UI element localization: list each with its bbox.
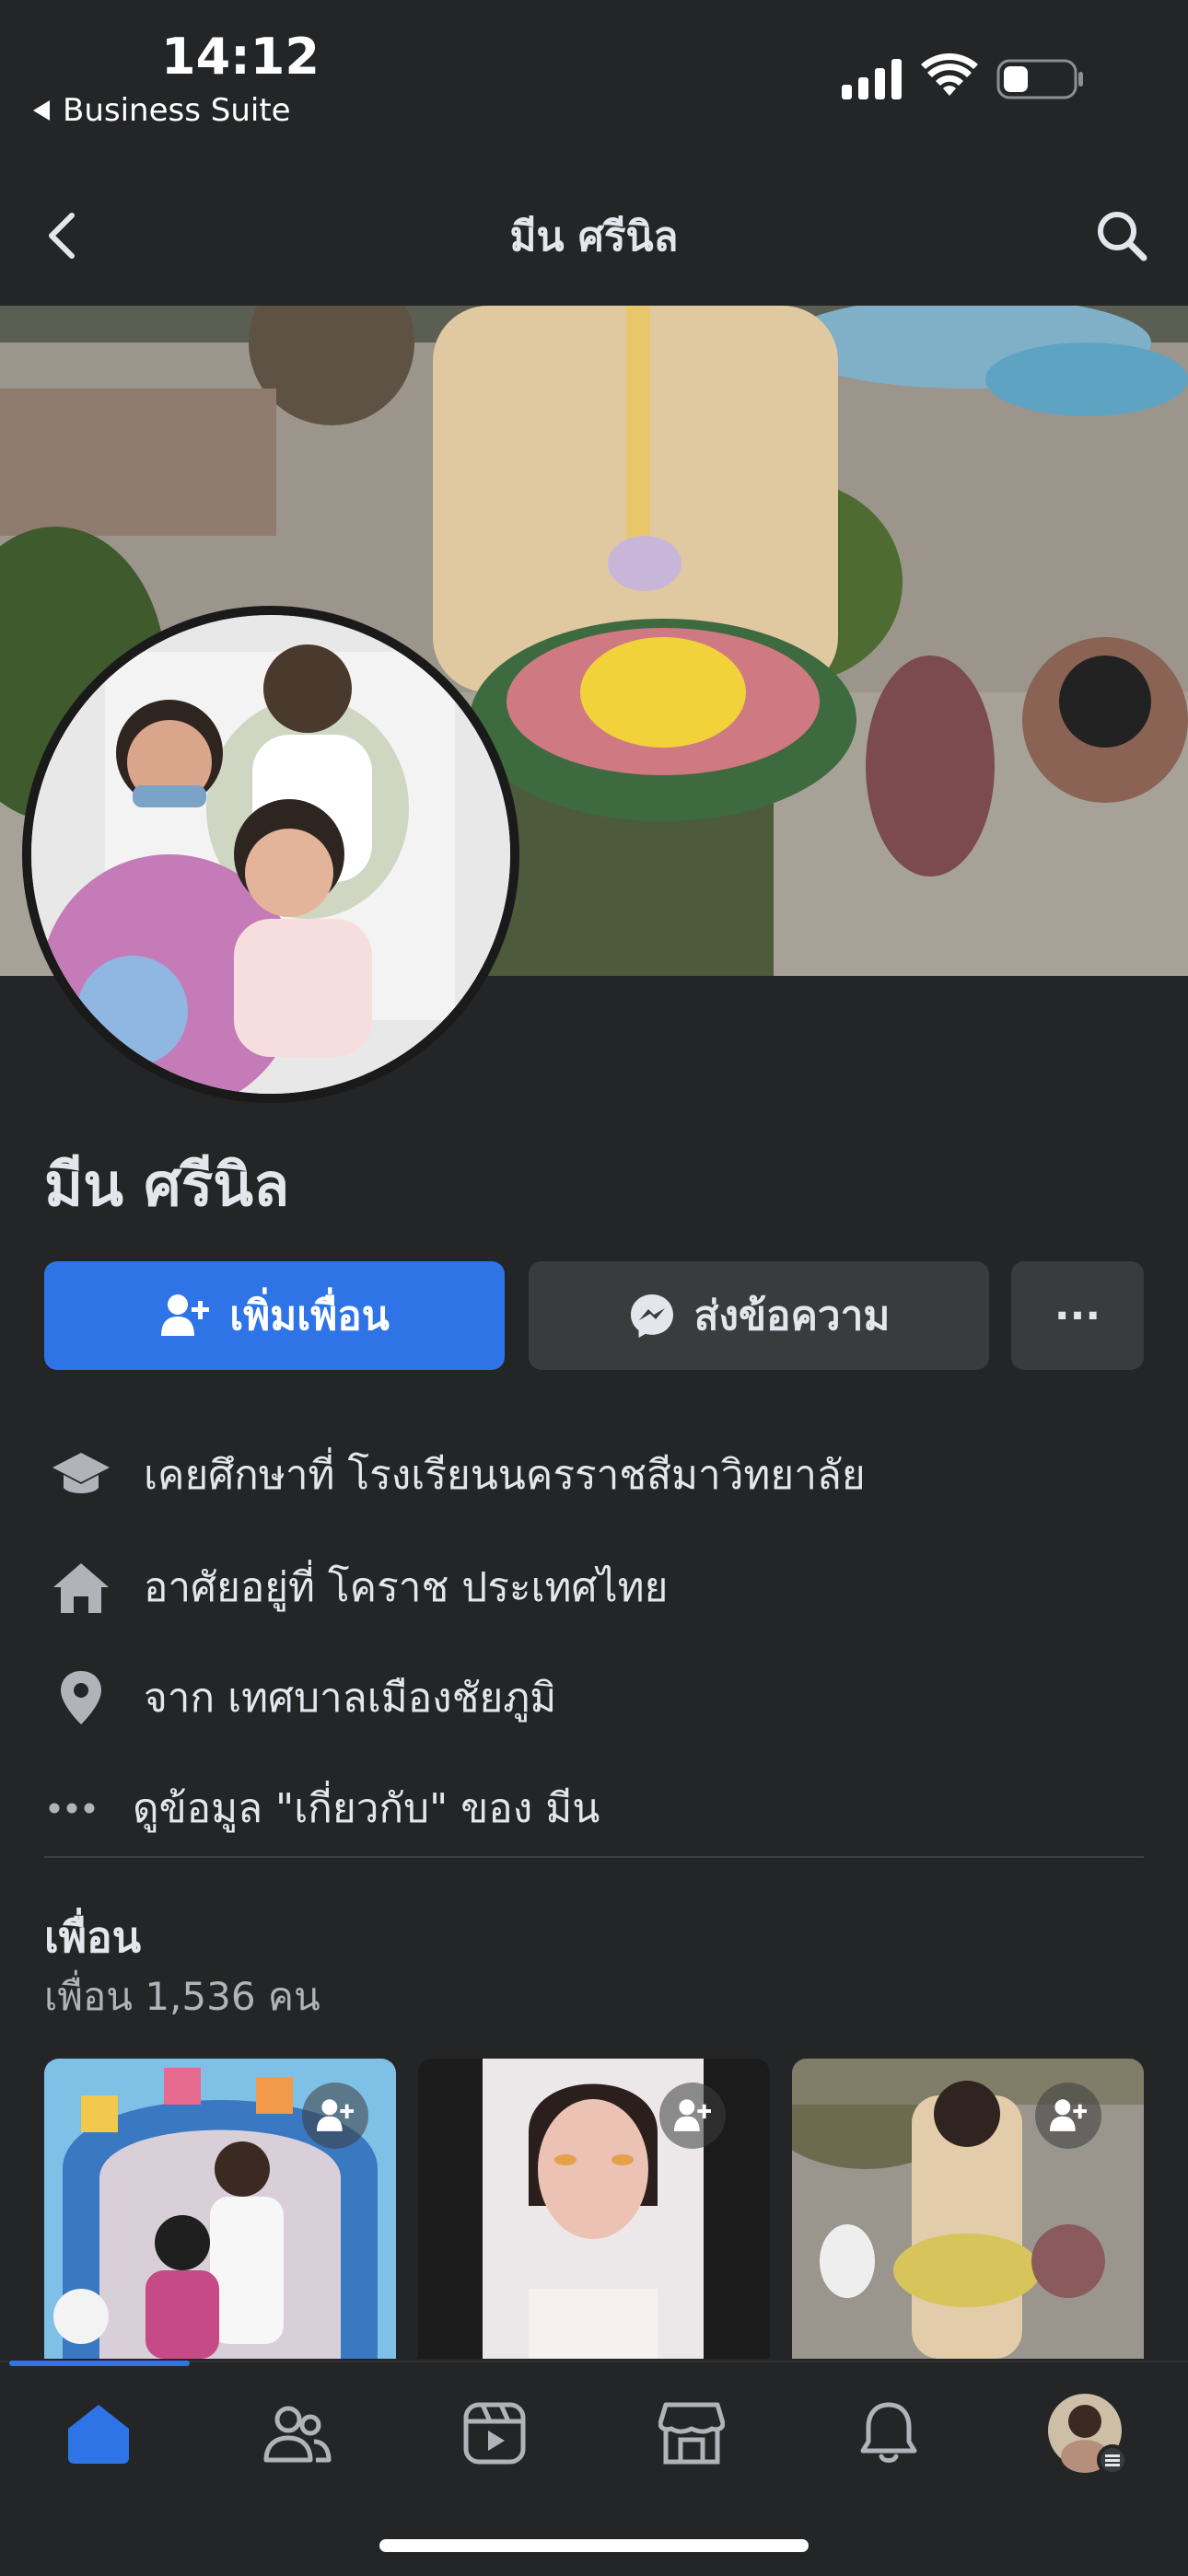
info-residence-text: อาศัยอยู่ที่ โคราช ประเทศไทย [144, 1564, 669, 1611]
friend-card[interactable] [418, 2059, 770, 2359]
tab-friends[interactable] [256, 2392, 339, 2475]
add-friend-icon[interactable] [302, 2083, 368, 2149]
add-friend-label: เพิ่มเพื่อน [229, 1293, 390, 1340]
info-hometown: จาก เทศบาลเมืองชัยภูมิ [44, 1661, 1149, 1735]
marketplace-icon [658, 2402, 725, 2465]
friends-icon [263, 2406, 332, 2463]
tab-profile-menu[interactable] [1046, 2392, 1129, 2475]
page-title: มีน ศรีนิล [509, 214, 679, 261]
info-residence: อาศัยอยู่ที่ โคราช ประเทศไทย [44, 1550, 1149, 1624]
wifi-icon [921, 53, 978, 96]
battery-icon [996, 59, 1083, 99]
see-about-link[interactable]: ดูข้อมูล "เกี่ยวกับ" ของ มีน [44, 1771, 1149, 1845]
active-tab-indicator [9, 2361, 190, 2366]
tab-home[interactable] [57, 2392, 140, 2475]
status-time: 14:12 [161, 28, 320, 86]
info-education-text: เคยศึกษาที่ โรงเรียนนครราชสีมาวิทยาลัย [144, 1452, 866, 1499]
friends-count: เพื่อน 1,536 คน [44, 1974, 320, 2019]
cellular-signal-icon [842, 59, 902, 99]
avatar-image [31, 615, 510, 1094]
info-hometown-text: จาก เทศบาลเมืองชัยภูมิ [144, 1675, 557, 1722]
info-education: เคยศึกษาที่ โรงเรียนนครราชสีมาวิทยาลัย [44, 1438, 1149, 1512]
divider [44, 1856, 1144, 1858]
more-dots-icon: ··· [1054, 1292, 1101, 1340]
graduation-cap-icon [44, 1443, 118, 1507]
notifications-icon [860, 2402, 917, 2463]
location-pin-icon [44, 1665, 118, 1730]
home-indicator [379, 2539, 809, 2552]
add-friend-button[interactable]: เพิ่มเพื่อน [44, 1261, 505, 1370]
message-button[interactable]: ส่งข้อความ [529, 1261, 989, 1370]
back-triangle-icon [33, 100, 50, 121]
friend-card[interactable] [792, 2059, 1144, 2359]
back-app-label: Business Suite [63, 92, 291, 129]
home-icon [68, 2405, 129, 2464]
add-friend-icon [161, 1294, 210, 1336]
friend-card[interactable] [44, 2059, 396, 2359]
back-to-app-link[interactable]: Business Suite [33, 92, 291, 129]
more-dots-icon [44, 1776, 99, 1840]
message-label: ส่งข้อความ [693, 1293, 891, 1340]
watch-icon [463, 2402, 526, 2465]
home-icon [44, 1555, 118, 1619]
tab-marketplace[interactable] [650, 2392, 733, 2475]
add-friend-icon[interactable] [1035, 2083, 1101, 2149]
more-options-button[interactable]: ··· [1011, 1261, 1144, 1370]
profile-menu-icon [1048, 2394, 1128, 2475]
friends-section-title: เพื่อน [44, 1912, 142, 1962]
profile-avatar[interactable] [22, 606, 519, 1103]
tab-watch[interactable] [453, 2392, 536, 2475]
tab-notifications[interactable] [847, 2392, 930, 2475]
add-friend-icon[interactable] [659, 2083, 726, 2149]
profile-name: มีน ศรีนิล [44, 1152, 290, 1220]
search-icon[interactable] [1092, 206, 1151, 265]
see-about-text: ดูข้อมูล "เกี่ยวกับ" ของ มีน [133, 1785, 600, 1832]
messenger-icon [630, 1294, 673, 1338]
